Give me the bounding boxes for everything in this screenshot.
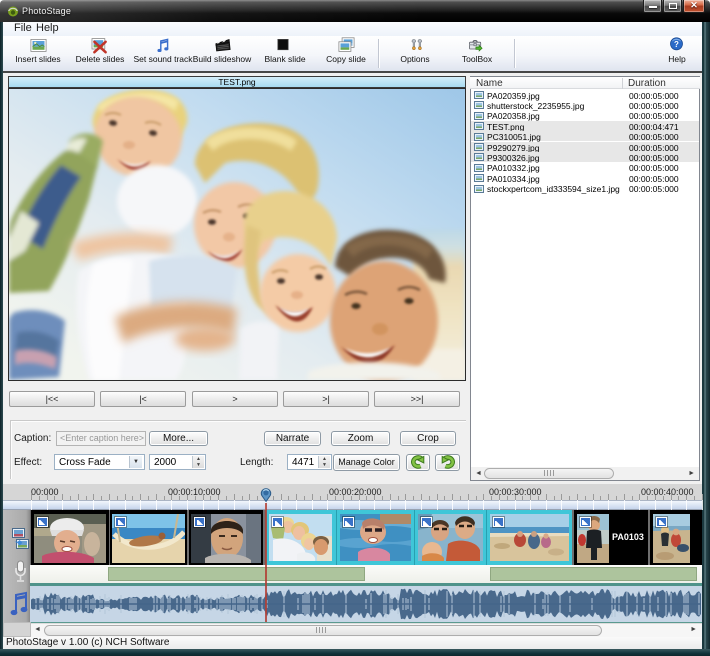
svg-text:?: ? — [674, 40, 679, 49]
